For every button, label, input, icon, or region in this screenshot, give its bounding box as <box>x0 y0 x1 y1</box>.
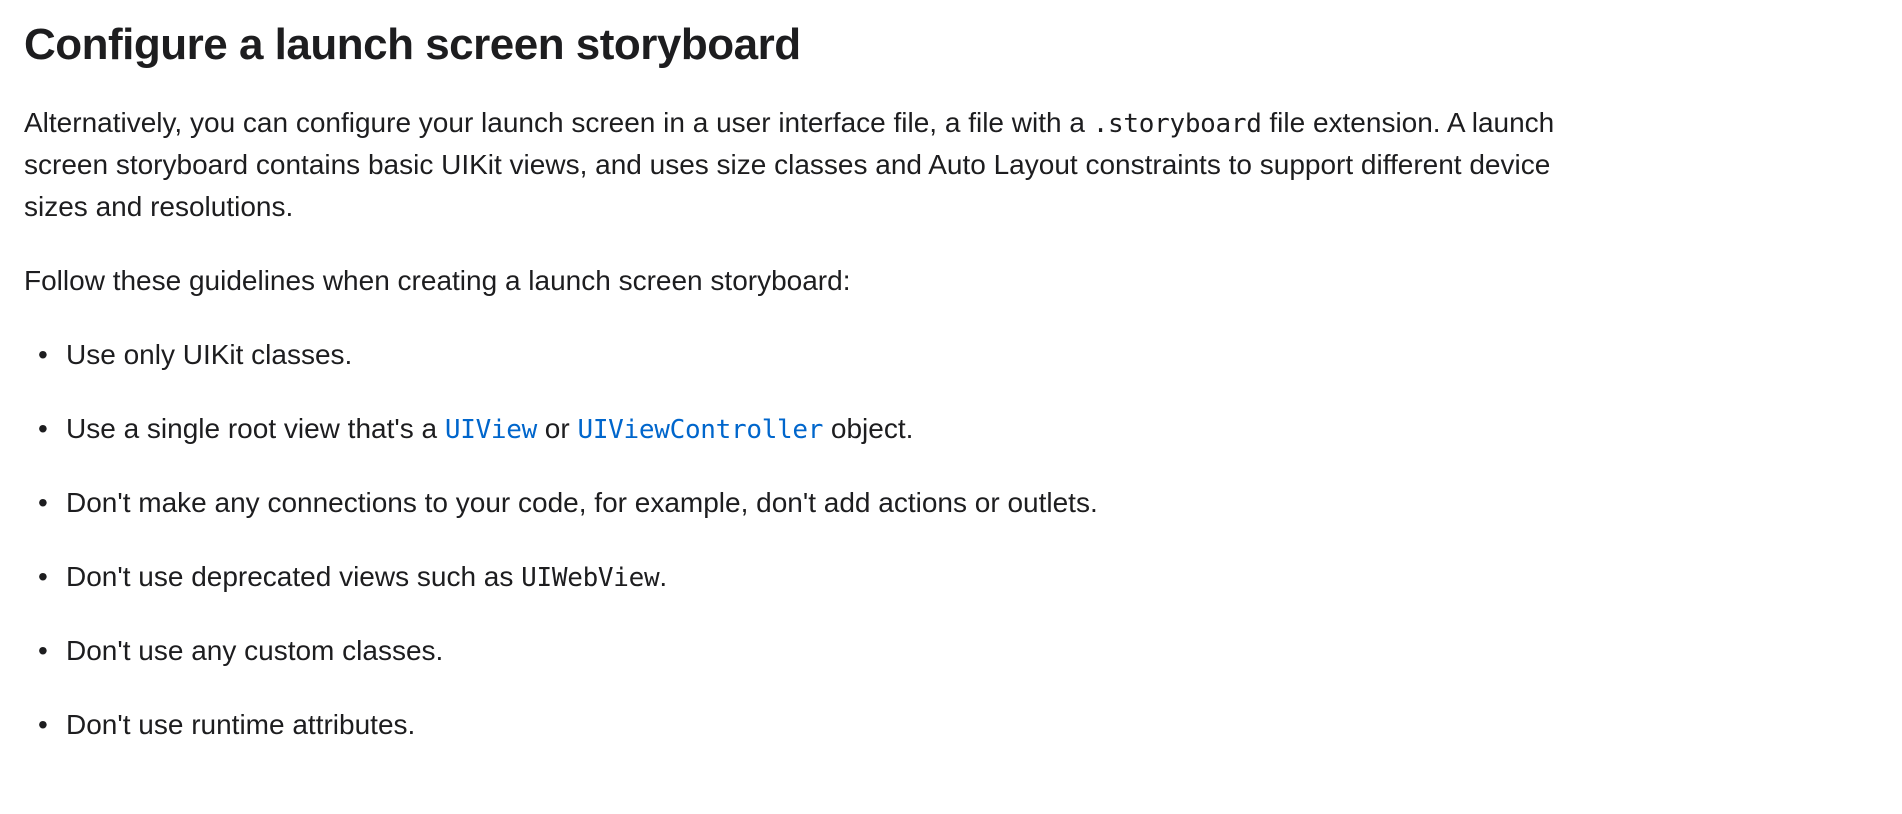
list-item-text: Don't use deprecated views such as <box>66 561 521 592</box>
section-heading: Configure a launch screen storyboard <box>24 20 1878 70</box>
intro-paragraph: Alternatively, you can configure your la… <box>24 102 1604 228</box>
list-item: Don't make any connections to your code,… <box>38 482 1878 524</box>
code-storyboard-ext: .storyboard <box>1093 109 1262 139</box>
list-item: Don't use runtime attributes. <box>38 704 1878 746</box>
list-item-text: or <box>537 413 577 444</box>
list-item: Don't use any custom classes. <box>38 630 1878 672</box>
uiview-link[interactable]: UIView <box>445 415 537 445</box>
list-item: Use only UIKit classes. <box>38 334 1878 376</box>
list-item-text: . <box>659 561 667 592</box>
paragraph-text-prefix: Alternatively, you can configure your la… <box>24 107 1093 138</box>
list-item: Don't use deprecated views such as UIWeb… <box>38 556 1878 598</box>
list-item-text: Use a single root view that's a <box>66 413 445 444</box>
list-item: Use a single root view that's a UIView o… <box>38 408 1878 450</box>
guidelines-intro: Follow these guidelines when creating a … <box>24 260 1604 302</box>
guidelines-list: Use only UIKit classes. Use a single roo… <box>24 334 1878 746</box>
list-item-text: object. <box>823 413 913 444</box>
code-uiwebview: UIWebView <box>521 563 659 593</box>
uiviewcontroller-link[interactable]: UIViewController <box>577 415 823 445</box>
